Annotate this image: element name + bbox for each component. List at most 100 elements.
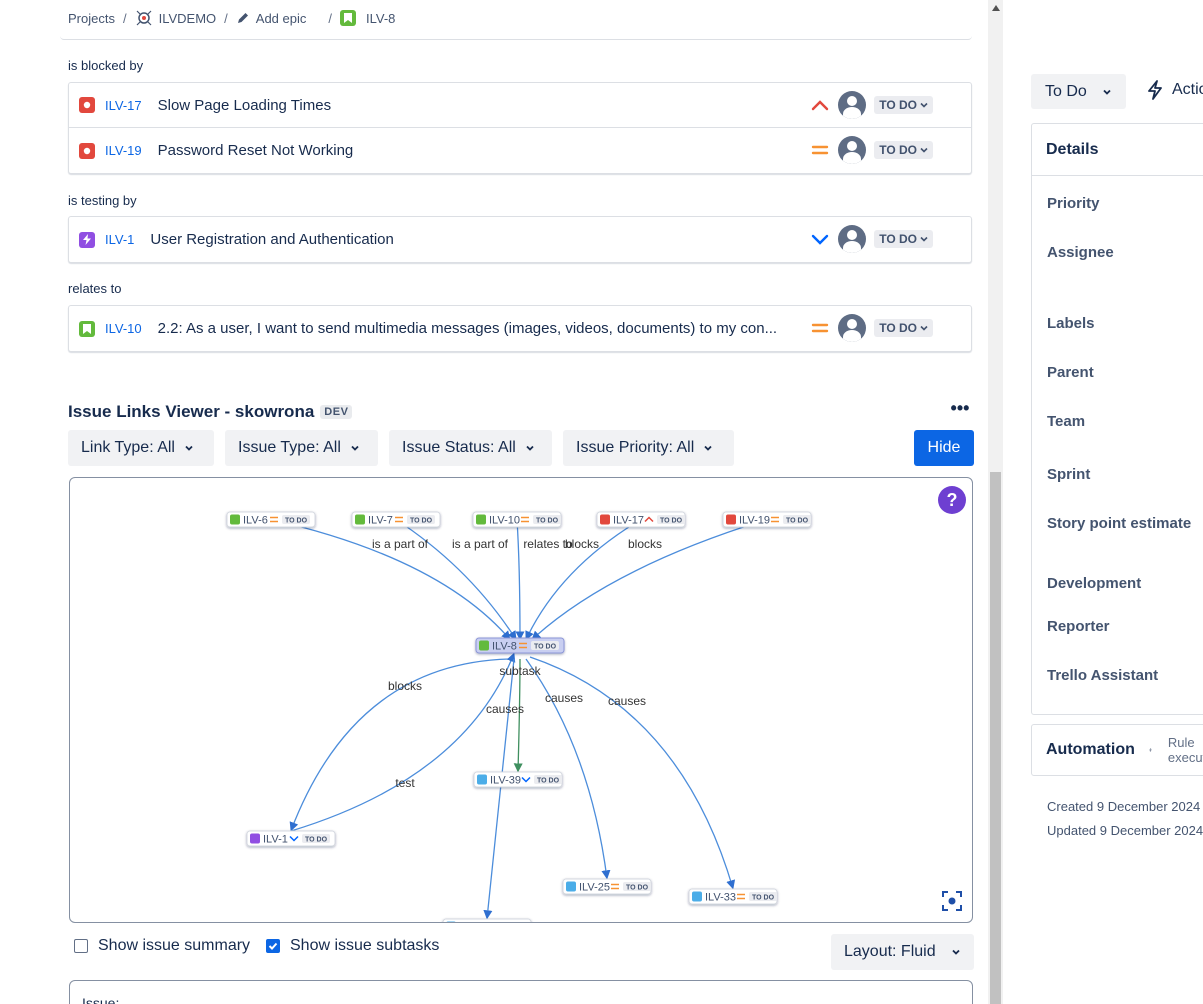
breadcrumb-add-epic[interactable]: Add epic xyxy=(236,11,306,26)
breadcrumb-project[interactable]: ILVDEMO xyxy=(135,9,216,27)
automation-rules-link[interactable]: Rule executions xyxy=(1168,735,1203,765)
issue-summary[interactable]: Slow Page Loading Times xyxy=(158,97,331,114)
graph-node[interactable]: ILV-25 TO DO xyxy=(562,878,652,895)
priority-medium-icon xyxy=(810,140,830,160)
issue-details-label: Issue: xyxy=(82,995,120,1004)
assignee-avatar[interactable] xyxy=(838,91,867,119)
linked-issues-card: ILV-1 User Registration and Authenticati… xyxy=(68,216,972,263)
lightning-icon xyxy=(1148,80,1162,100)
link-type-filter[interactable]: Link Type: All xyxy=(68,430,214,466)
issue-key-link[interactable]: ILV-10 xyxy=(105,321,142,336)
linked-issue-row[interactable]: ILV-10 2.2: As a user, I want to send mu… xyxy=(69,306,971,351)
lightning-icon xyxy=(1149,748,1152,752)
issue-key-link[interactable]: ILV-17 xyxy=(105,98,142,113)
issue-summary[interactable]: User Registration and Authentication xyxy=(150,231,393,248)
graph-node[interactable]: ILV-1 TO DO xyxy=(246,830,336,847)
graph-node-status-label: TO DO xyxy=(537,778,560,785)
issue-key-link[interactable]: ILV-19 xyxy=(105,143,142,158)
graph-node[interactable]: ILV-19 TO DO xyxy=(722,511,812,528)
graph-edge-label: test xyxy=(395,776,415,790)
actions-button[interactable]: Actions xyxy=(1146,80,1203,100)
linked-issue-row[interactable]: ILV-17 Slow Page Loading Times TO DO xyxy=(69,83,971,128)
issue-type-filter[interactable]: Issue Type: All xyxy=(225,430,378,466)
linked-issues-card: ILV-17 Slow Page Loading Times TO DO ILV… xyxy=(68,82,972,174)
link-group-label: is testing by xyxy=(68,193,137,208)
subtask-icon xyxy=(477,774,487,785)
issue-status-button[interactable]: To Do xyxy=(1031,74,1126,109)
status-label: TO DO xyxy=(879,98,917,112)
graph-edge-label: subtask xyxy=(499,664,541,678)
story-icon xyxy=(79,320,95,337)
status-dropdown[interactable]: TO DO xyxy=(874,319,933,337)
show-subtasks-checkbox[interactable] xyxy=(266,939,280,953)
graph-node-status-label: TO DO xyxy=(305,837,328,844)
more-actions-button[interactable]: ••• xyxy=(948,399,972,422)
show-subtasks-toggle[interactable]: Show issue subtasks xyxy=(266,937,439,955)
graph-node[interactable]: ILV-17 TO DO xyxy=(596,511,686,528)
story-icon xyxy=(479,640,489,651)
graph-edge-label: is a part of xyxy=(452,537,509,551)
story-icon xyxy=(230,514,240,525)
scrollbar[interactable] xyxy=(988,0,1003,1004)
graph-node-key: ILV-17 xyxy=(613,515,644,527)
assignee-avatar[interactable] xyxy=(838,136,867,164)
layout-dropdown[interactable]: Layout: Fluid xyxy=(831,934,974,970)
assignee-avatar[interactable] xyxy=(838,314,867,342)
field-label-trello-assistant: Trello Assistant xyxy=(1047,667,1159,684)
show-summary-label: Show issue summary xyxy=(98,937,251,954)
pencil-icon xyxy=(237,13,248,23)
issue-key-link[interactable]: ILV-1 xyxy=(105,232,134,247)
issue-summary[interactable]: 2.2: As a user, I want to send multimedi… xyxy=(158,320,777,337)
field-label-assignee: Assignee xyxy=(1047,244,1114,261)
details-title[interactable]: Details xyxy=(1032,124,1203,176)
graph-node[interactable]: ILV-8 TO DO xyxy=(475,637,565,654)
epic-icon xyxy=(250,833,260,844)
graph-node[interactable]: ILV-24TO DO xyxy=(442,918,532,923)
status-dropdown[interactable]: TO DO xyxy=(874,141,933,159)
issue-links-graph[interactable]: is a part of is a part of relates to blocks… xyxy=(69,477,973,923)
status-dropdown[interactable]: TO DO xyxy=(874,230,933,248)
automation-title: Automation xyxy=(1046,741,1135,758)
graph-node-status-label: TO DO xyxy=(410,518,433,525)
issue-priority-filter[interactable]: Issue Priority: All xyxy=(563,430,734,466)
hide-button[interactable]: Hide xyxy=(914,430,974,466)
assignee-avatar[interactable] xyxy=(838,225,867,253)
graph-edge[interactable] xyxy=(515,519,525,641)
graph-node-key: ILV-33 xyxy=(705,892,736,904)
graph-node[interactable]: ILV-6 TO DO xyxy=(226,511,316,528)
show-summary-toggle[interactable]: Show issue summary xyxy=(74,937,250,955)
status-dropdown[interactable]: TO DO xyxy=(874,96,933,114)
fit-view-icon[interactable] xyxy=(941,890,963,912)
story-icon xyxy=(476,514,486,525)
graph-edge-label: causes xyxy=(545,691,583,705)
scrollbar-thumb[interactable] xyxy=(990,472,1001,1004)
show-summary-checkbox[interactable] xyxy=(74,939,88,953)
linked-issue-row[interactable]: ILV-1 User Registration and Authenticati… xyxy=(69,217,971,262)
field-label-story-points: Story point estimate xyxy=(1047,515,1192,532)
graph-node[interactable]: ILV-10 TO DO xyxy=(472,511,562,528)
graph-node[interactable]: ILV-7 TO DO xyxy=(351,511,441,528)
graph-edge-label: causes xyxy=(486,702,524,716)
linked-issues-card: ILV-10 2.2: As a user, I want to send mu… xyxy=(68,305,972,352)
issue-status-filter[interactable]: Issue Status: All xyxy=(389,430,552,466)
graph-edge-label: blocks xyxy=(388,679,422,693)
issue-summary[interactable]: Password Reset Not Working xyxy=(158,142,354,159)
graph-node[interactable]: ILV-39 TO DO xyxy=(473,771,563,788)
field-label-labels: Labels xyxy=(1047,315,1095,332)
help-icon[interactable]: ? xyxy=(937,485,967,515)
breadcrumb-projects[interactable]: Projects xyxy=(68,11,115,26)
filter-label: Link Type: All xyxy=(81,439,175,456)
scroll-up-arrow-icon[interactable] xyxy=(988,3,1003,13)
linked-issue-row[interactable]: ILV-19 Password Reset Not Working TO DO xyxy=(69,128,971,173)
graph-node[interactable]: ILV-33 TO DO xyxy=(688,888,778,905)
graph-canvas[interactable]: is a part of is a part of relates toblocks… xyxy=(70,478,973,923)
breadcrumb-issue-label: ILV-8 xyxy=(366,10,396,26)
project-icon xyxy=(136,10,152,26)
graph-node-status-label: TO DO xyxy=(786,518,809,525)
epic-icon xyxy=(79,231,95,248)
viewer-title-text: Issue Links Viewer - skowrona xyxy=(68,402,315,421)
breadcrumb-issue[interactable]: ILV-8 xyxy=(340,10,395,26)
graph-node-status-label: TO DO xyxy=(536,518,559,525)
graph-node-key: ILV-1 xyxy=(263,834,288,846)
automation-panel[interactable]: Automation Rule executions xyxy=(1031,724,1203,776)
